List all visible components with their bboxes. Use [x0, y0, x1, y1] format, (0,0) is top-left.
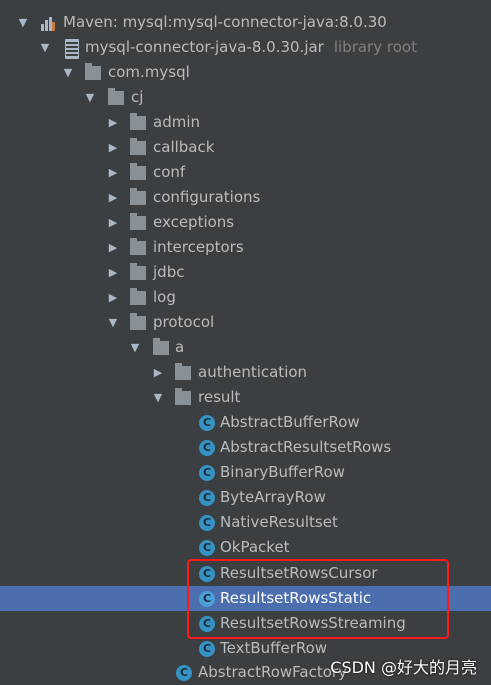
folder-icon [175, 388, 191, 405]
tree-row-folder-result[interactable]: ▼ result [0, 385, 491, 410]
folder-icon [130, 188, 146, 205]
tree-row-package-a[interactable]: ▼ a [0, 335, 491, 360]
tree-row-class[interactable]: C AbstractBufferRow [0, 410, 491, 435]
tree-label: ByteArrayRow [220, 488, 326, 506]
tree-row-folder-exceptions[interactable]: ▶ exceptions [0, 210, 491, 235]
tree-row-class[interactable]: C NativeResultset [0, 510, 491, 535]
tree-row-class[interactable]: C ResultsetRowsCursor [0, 561, 491, 586]
tree-label: result [198, 388, 241, 406]
class-icon: C [199, 566, 215, 582]
package-icon [108, 88, 124, 105]
folder-icon [130, 263, 146, 280]
class-icon: C [199, 616, 215, 632]
folder-icon [175, 363, 191, 380]
chevron-right-icon[interactable]: ▶ [106, 110, 120, 135]
tree-label: ResultsetRowsStatic [220, 589, 372, 607]
chevron-down-icon[interactable]: ▼ [83, 85, 97, 110]
tree-row-jar[interactable]: ▼ mysql-connector-java-8.0.30.jar library… [0, 35, 491, 60]
tree-label: BinaryBufferRow [220, 463, 345, 481]
tree-row-class-selected[interactable]: C ResultsetRowsStatic [0, 586, 491, 611]
folder-icon [130, 238, 146, 255]
chevron-down-icon[interactable]: ▼ [16, 10, 30, 35]
tree-label: authentication [198, 363, 308, 381]
tree-label: admin [153, 113, 200, 131]
package-icon [85, 63, 101, 80]
jar-name: mysql-connector-java-8.0.30.jar [85, 38, 324, 56]
folder-icon [130, 213, 146, 230]
chevron-right-icon[interactable]: ▶ [106, 235, 120, 260]
folder-icon [130, 163, 146, 180]
folder-icon [130, 288, 146, 305]
tree-row-folder-callback[interactable]: ▶ callback [0, 135, 491, 160]
tree-row-class[interactable]: C ResultsetRowsStreaming [0, 611, 491, 636]
tree-row-class[interactable]: C OkPacket [0, 535, 491, 560]
tree-row-package-com-mysql[interactable]: ▼ com.mysql [0, 60, 491, 85]
tree-label: exceptions [153, 213, 235, 231]
class-icon: C [199, 415, 215, 431]
tree-label: NativeResultset [220, 513, 338, 531]
class-icon: C [199, 490, 215, 506]
tree-row-folder-log[interactable]: ▶ log [0, 285, 491, 310]
chevron-right-icon[interactable]: ▶ [106, 160, 120, 185]
tree-label: OkPacket [220, 538, 290, 556]
class-icon: C [199, 465, 215, 481]
tree-row-class[interactable]: C BinaryBufferRow [0, 460, 491, 485]
top-edge [0, 0, 491, 8]
tree-row-maven-library[interactable]: ▼ Maven: mysql:mysql-connector-java:8.0.… [0, 10, 491, 35]
chevron-right-icon[interactable]: ▶ [106, 185, 120, 210]
chevron-right-icon[interactable]: ▶ [106, 285, 120, 310]
tree-label: AbstractResultsetRows [220, 438, 392, 456]
chevron-right-icon[interactable]: ▶ [151, 360, 165, 385]
tree-row-folder-interceptors[interactable]: ▶ interceptors [0, 235, 491, 260]
chevron-right-icon[interactable]: ▶ [106, 260, 120, 285]
chevron-down-icon[interactable]: ▼ [128, 335, 142, 360]
class-icon: C [176, 665, 192, 681]
tree-label: protocol [153, 313, 215, 331]
tree-row-class[interactable]: C ByteArrayRow [0, 485, 491, 510]
tree-row-folder-protocol[interactable]: ▼ protocol [0, 310, 491, 335]
tree-label: ResultsetRowsCursor [220, 564, 378, 582]
tree-row-folder-admin[interactable]: ▶ admin [0, 110, 491, 135]
package-icon [153, 338, 169, 355]
tree-row-folder-configurations[interactable]: ▶ configurations [0, 185, 491, 210]
tree-label: AbstractRowFactory [198, 663, 347, 681]
tree-label: mysql-connector-java-8.0.30.jar library r… [85, 35, 417, 60]
tree-label: AbstractBufferRow [220, 413, 360, 431]
chevron-down-icon[interactable]: ▼ [151, 385, 165, 410]
tree-row-folder-conf[interactable]: ▶ conf [0, 160, 491, 185]
class-icon: C [199, 641, 215, 657]
folder-icon [130, 113, 146, 130]
jar-icon [65, 39, 79, 59]
class-icon: C [199, 515, 215, 531]
tree-label: log [153, 288, 176, 306]
tree-label: cj [131, 88, 144, 106]
tree-label: ResultsetRowsStreaming [220, 614, 406, 632]
class-icon: C [199, 440, 215, 456]
class-icon: C [199, 591, 215, 607]
tree-row-package-cj[interactable]: ▼ cj [0, 85, 491, 110]
tree-row-folder-jdbc[interactable]: ▶ jdbc [0, 260, 491, 285]
tree-label: callback [153, 138, 215, 156]
chevron-right-icon[interactable]: ▶ [106, 210, 120, 235]
tree-label: TextBufferRow [220, 639, 328, 657]
folder-icon [130, 138, 146, 155]
chevron-down-icon[interactable]: ▼ [61, 60, 75, 85]
tree-label: interceptors [153, 238, 244, 256]
class-icon: C [199, 540, 215, 556]
tree-row-folder-authentication[interactable]: ▶ authentication [0, 360, 491, 385]
chevron-down-icon[interactable]: ▼ [38, 35, 52, 60]
maven-library-icon [40, 15, 56, 31]
chevron-right-icon[interactable]: ▶ [106, 135, 120, 160]
watermark: CSDN @好大的月亮 [330, 658, 477, 677]
tree-label: a [175, 338, 185, 356]
folder-icon [130, 313, 146, 330]
tree-label: configurations [153, 188, 261, 206]
tree-label: com.mysql [108, 63, 190, 81]
tree-label: Maven: mysql:mysql-connector-java:8.0.30 [63, 13, 387, 31]
tree-row-class[interactable]: C AbstractResultsetRows [0, 435, 491, 460]
chevron-down-icon[interactable]: ▼ [106, 310, 120, 335]
tree-label: conf [153, 163, 186, 181]
tree-label: jdbc [153, 263, 185, 281]
library-root-hint: library root [333, 38, 417, 56]
